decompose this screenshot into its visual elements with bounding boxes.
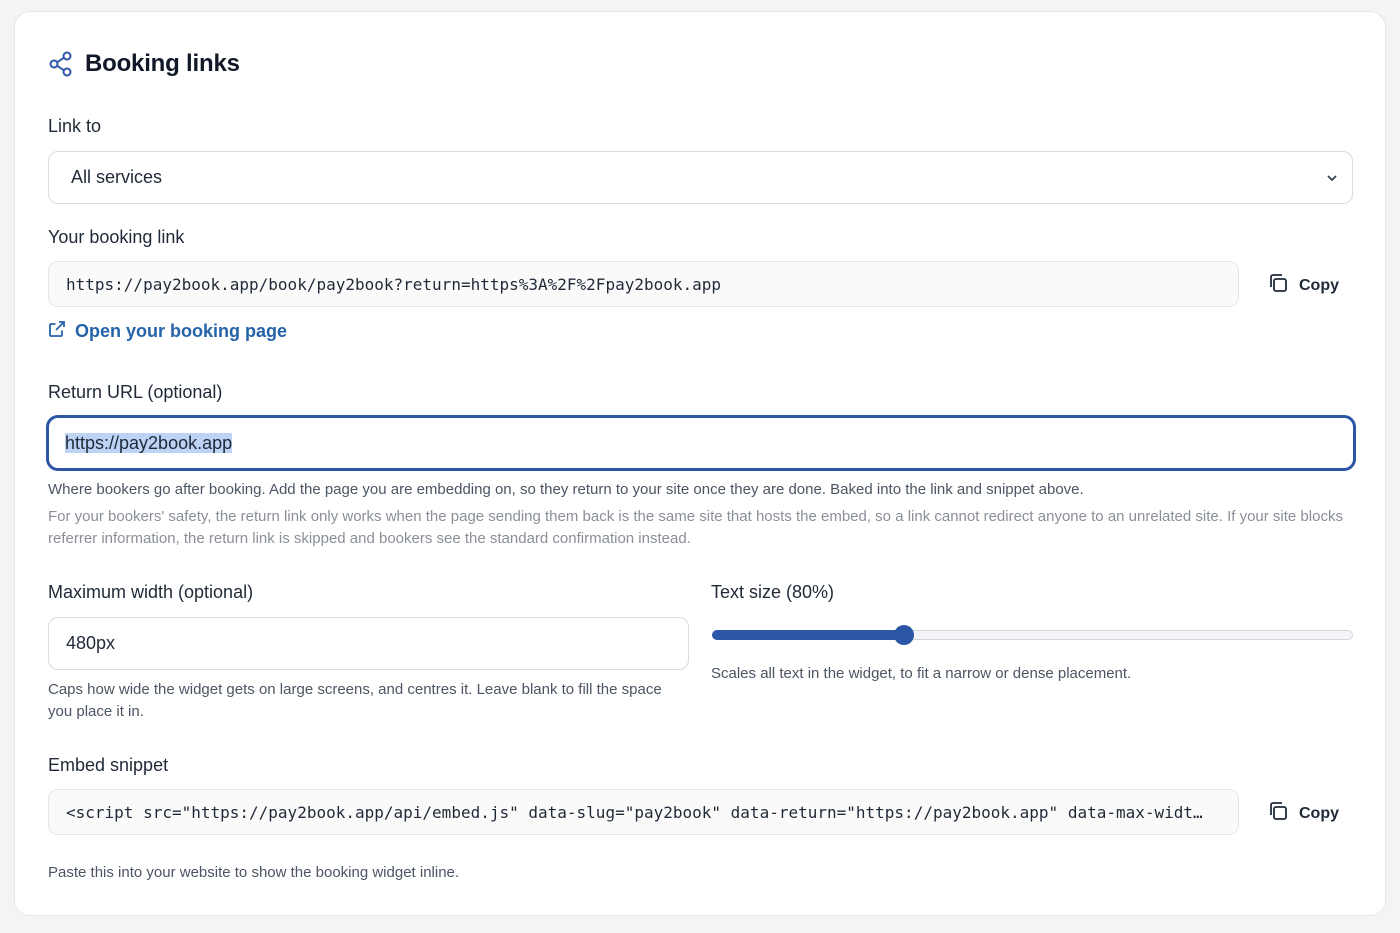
booking-link-label: Your booking link: [48, 227, 185, 247]
max-width-value: 480px: [66, 633, 116, 653]
slider-thumb[interactable]: [894, 625, 915, 645]
copy-embed-snippet-button[interactable]: Copy: [1267, 800, 1339, 827]
copy-button-label: Copy: [1299, 804, 1339, 822]
embed-snippet-label: Embed snippet: [48, 755, 169, 775]
booking-link-field[interactable]: https://pay2book.app/book/pay2book?retur…: [48, 261, 1239, 307]
max-width-input[interactable]: 480px: [48, 617, 689, 670]
return-url-note: For your bookers' safety, the return lin…: [48, 508, 1343, 547]
page-title: Booking links: [85, 50, 240, 77]
link-to-select[interactable]: All services: [48, 151, 1353, 204]
max-width-label: Maximum width (optional): [48, 582, 254, 602]
text-size-help: Scales all text in the widget, to fit a …: [711, 665, 1132, 682]
copy-icon: [1267, 800, 1289, 827]
link-to-label: Link to: [48, 116, 102, 136]
slider-fill: [712, 630, 905, 640]
text-size-slider[interactable]: [712, 625, 1353, 645]
share-icon: [49, 51, 73, 77]
open-booking-page-link[interactable]: Open your booking page: [48, 320, 287, 343]
return-url-input[interactable]: https://pay2book.app: [46, 415, 1356, 471]
copy-button-label: Copy: [1299, 276, 1339, 294]
return-url-label: Return URL (optional): [48, 382, 223, 402]
booking-links-card: Booking links Link to All services Your …: [14, 11, 1386, 916]
card-header: Booking links: [49, 48, 240, 80]
external-link-icon: [48, 320, 66, 343]
chevron-down-icon: [1320, 166, 1344, 190]
booking-link-value: https://pay2book.app/book/pay2book?retur…: [66, 274, 722, 294]
link-to-selected-value: All services: [71, 167, 163, 187]
embed-snippet-value: <script src="https://pay2book.app/api/em…: [66, 802, 1203, 822]
max-width-help: Caps how wide the widget gets on large s…: [48, 681, 662, 720]
text-size-label: Text size (80%): [711, 582, 835, 602]
embed-snippet-field[interactable]: <script src="https://pay2book.app/api/em…: [48, 789, 1239, 835]
embed-snippet-help: Paste this into your website to show the…: [48, 864, 460, 881]
return-url-help: Where bookers go after booking. Add the …: [48, 481, 1084, 498]
return-url-value: https://pay2book.app: [65, 432, 233, 453]
open-booking-page-label: Open your booking page: [75, 321, 288, 341]
copy-icon: [1267, 272, 1289, 299]
copy-booking-link-button[interactable]: Copy: [1267, 272, 1339, 299]
